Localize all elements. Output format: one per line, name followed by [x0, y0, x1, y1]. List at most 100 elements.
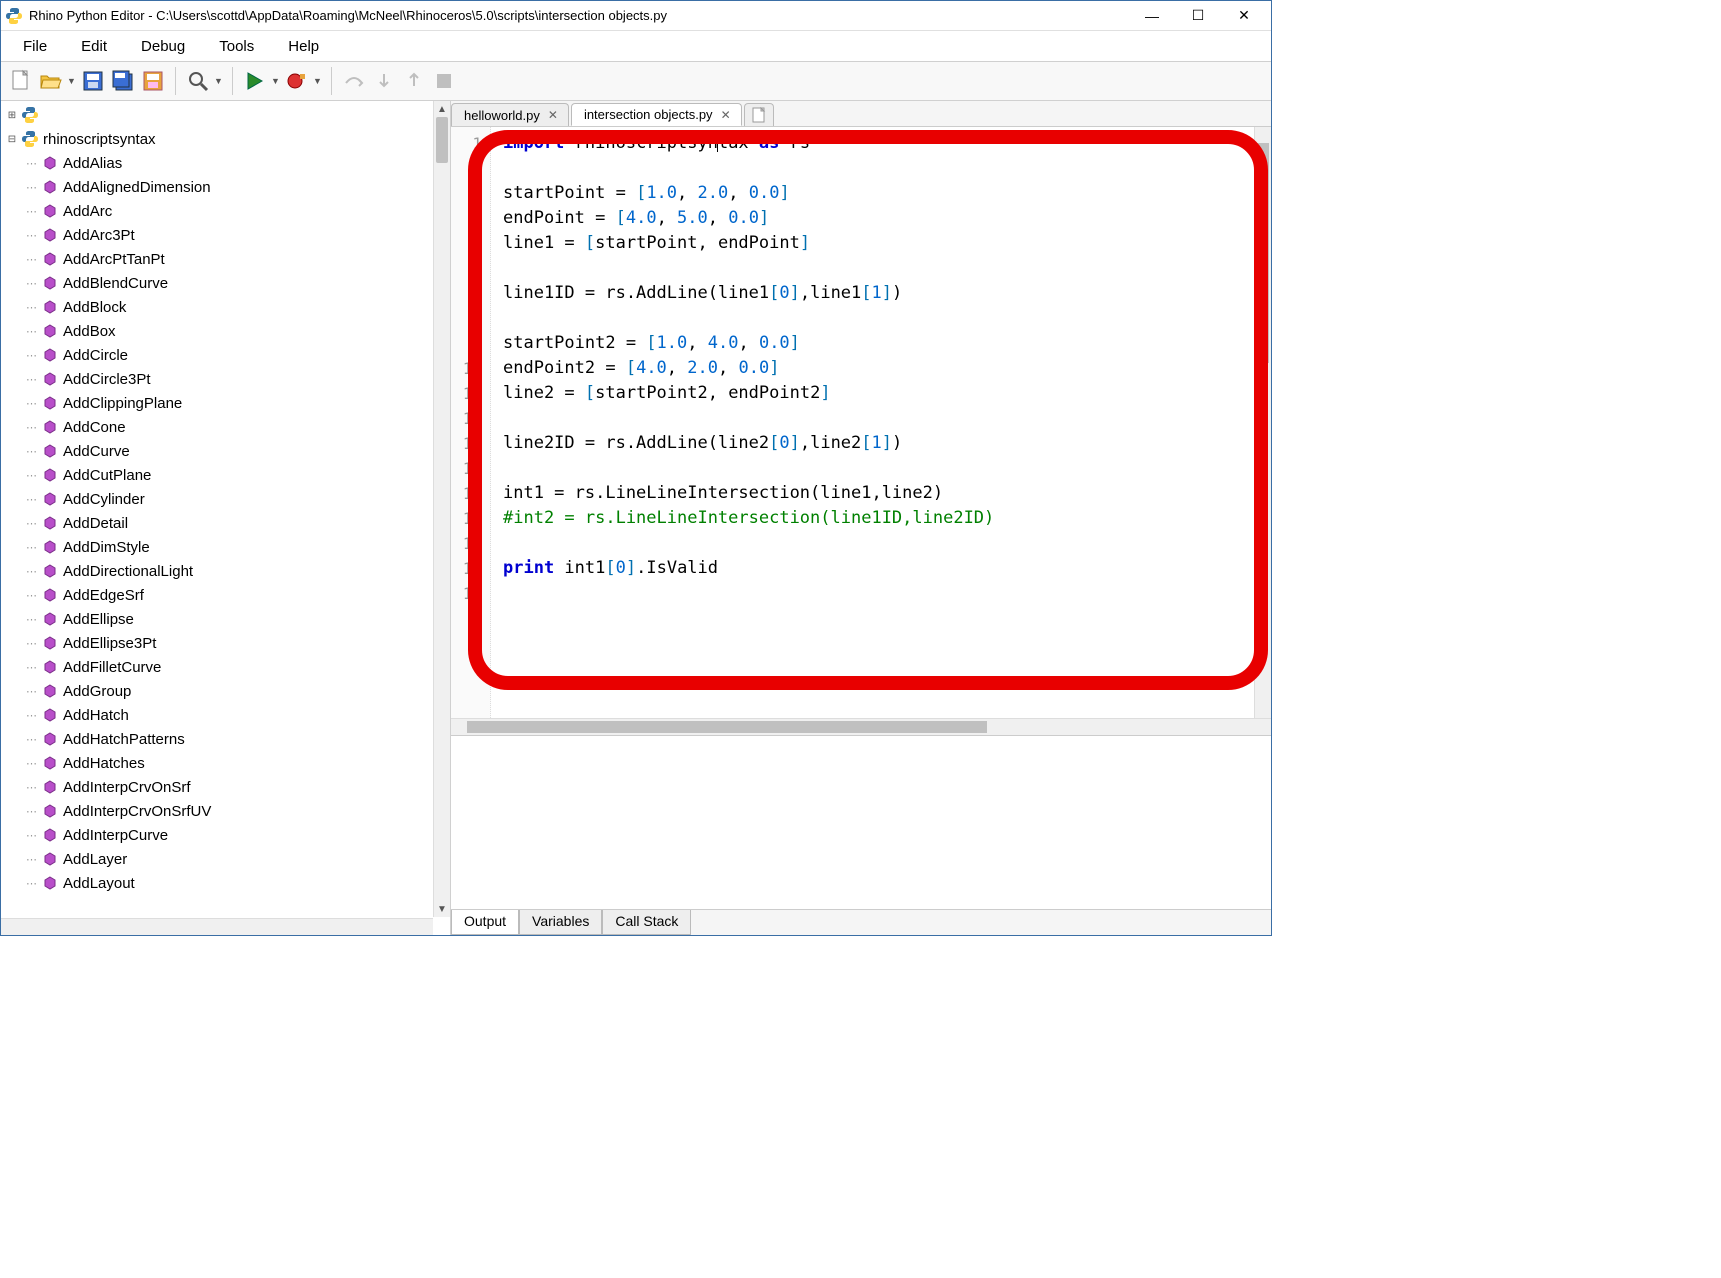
tree-method[interactable]: ⋯AddCutPlane: [1, 463, 450, 487]
code-line[interactable]: endPoint = [4.0, 5.0, 0.0]: [503, 206, 1254, 231]
tree-method[interactable]: ⋯AddClippingPlane: [1, 391, 450, 415]
tree-method[interactable]: ⋯AddCircle3Pt: [1, 367, 450, 391]
code-line[interactable]: startPoint2 = [1.0, 4.0, 0.0]: [503, 331, 1254, 356]
code-hscrollbar[interactable]: [451, 718, 1271, 735]
tab-helloworld[interactable]: helloworld.py ✕: [451, 103, 569, 126]
tree-method[interactable]: ⋯AddHatches: [1, 751, 450, 775]
scroll-thumb[interactable]: [436, 117, 448, 163]
tree-method[interactable]: ⋯AddBlock: [1, 295, 450, 319]
breakpoint-button[interactable]: [283, 67, 311, 95]
output-tab-output[interactable]: Output: [451, 910, 519, 935]
save-as-button[interactable]: [139, 67, 167, 95]
tree-method[interactable]: ⋯AddFilletCurve: [1, 655, 450, 679]
tree-method[interactable]: ⋯AddDimStyle: [1, 535, 450, 559]
step-out-button[interactable]: [400, 67, 428, 95]
close-icon[interactable]: ✕: [721, 108, 731, 122]
tree-module-python[interactable]: ⊞: [1, 103, 450, 127]
code-line[interactable]: startPoint = [1.0, 2.0, 0.0]: [503, 181, 1254, 206]
tree-method[interactable]: ⋯AddAlignedDimension: [1, 175, 450, 199]
code-line[interactable]: print int1[0].IsValid: [503, 556, 1254, 581]
tree-method[interactable]: ⋯AddCylinder: [1, 487, 450, 511]
code-line[interactable]: [503, 531, 1254, 556]
code-content[interactable]: import rhinoscriptsyntax as rs startPoint…: [491, 127, 1254, 718]
find-dropdown[interactable]: ▼: [214, 76, 224, 86]
code-line[interactable]: [503, 581, 1254, 606]
menu-tools[interactable]: Tools: [205, 34, 268, 59]
close-icon[interactable]: ✕: [548, 108, 558, 122]
scroll-up-icon[interactable]: ▲: [434, 101, 450, 117]
menu-edit[interactable]: Edit: [67, 34, 121, 59]
scroll-down-icon[interactable]: ▼: [434, 901, 450, 917]
sidebar-vscrollbar[interactable]: ▲ ▼: [433, 101, 450, 917]
breakpoint-dropdown[interactable]: ▼: [313, 76, 323, 86]
code-line[interactable]: line1 = [startPoint, endPoint]: [503, 231, 1254, 256]
tree-method[interactable]: ⋯AddGroup: [1, 679, 450, 703]
save-button[interactable]: [79, 67, 107, 95]
tree-method[interactable]: ⋯AddArc: [1, 199, 450, 223]
code-line[interactable]: [503, 406, 1254, 431]
step-over-button[interactable]: [340, 67, 368, 95]
save-all-button[interactable]: [109, 67, 137, 95]
open-dropdown[interactable]: ▼: [67, 76, 77, 86]
tree-method[interactable]: ⋯AddInterpCurve: [1, 823, 450, 847]
scroll-thumb[interactable]: [1257, 143, 1269, 363]
tab-intersection-objects[interactable]: intersection objects.py ✕: [571, 103, 742, 126]
code-vscrollbar[interactable]: [1254, 127, 1271, 718]
tree-module-rhinoscriptsyntax[interactable]: ⊟rhinoscriptsyntax: [1, 127, 450, 151]
tree-method[interactable]: ⋯AddEllipse: [1, 607, 450, 631]
run-dropdown[interactable]: ▼: [271, 76, 281, 86]
scroll-thumb[interactable]: [467, 721, 987, 733]
code-editor[interactable]: 12345678910111213141516171819 import rhi…: [451, 127, 1271, 718]
tree-method[interactable]: ⋯AddCone: [1, 415, 450, 439]
code-line[interactable]: line2 = [startPoint2, endPoint2]: [503, 381, 1254, 406]
code-line[interactable]: [503, 306, 1254, 331]
new-tab-button[interactable]: [744, 103, 774, 126]
method-icon: [41, 778, 59, 796]
tree-method[interactable]: ⋯AddInterpCrvOnSrfUV: [1, 799, 450, 823]
output-tab-variables[interactable]: Variables: [519, 910, 602, 935]
tree-method[interactable]: ⋯AddEdgeSrf: [1, 583, 450, 607]
menu-help[interactable]: Help: [274, 34, 333, 59]
find-button[interactable]: [184, 67, 212, 95]
minimize-button[interactable]: —: [1129, 2, 1175, 30]
menu-debug[interactable]: Debug: [127, 34, 199, 59]
sidebar-hscrollbar[interactable]: [1, 918, 433, 935]
menu-file[interactable]: File: [9, 34, 61, 59]
tree-method[interactable]: ⋯AddCircle: [1, 343, 450, 367]
output-tab-callstack[interactable]: Call Stack: [602, 910, 691, 935]
tree-method[interactable]: ⋯AddLayer: [1, 847, 450, 871]
tree-method[interactable]: ⋯AddHatch: [1, 703, 450, 727]
tree-method[interactable]: ⋯AddDirectionalLight: [1, 559, 450, 583]
code-line[interactable]: line1ID = rs.AddLine(line1[0],line1[1]): [503, 281, 1254, 306]
expander-icon[interactable]: ⊟: [5, 132, 19, 146]
tree-method[interactable]: ⋯AddCurve: [1, 439, 450, 463]
output-body[interactable]: [451, 736, 1271, 909]
code-line[interactable]: #int2 = rs.LineLineIntersection(line1ID,…: [503, 506, 1254, 531]
code-line[interactable]: import rhinoscriptsyntax as rs: [503, 131, 1254, 156]
code-line[interactable]: [503, 456, 1254, 481]
code-line[interactable]: int1 = rs.LineLineIntersection(line1,lin…: [503, 481, 1254, 506]
tree-method[interactable]: ⋯AddDetail: [1, 511, 450, 535]
open-file-button[interactable]: [37, 67, 65, 95]
stop-button[interactable]: [430, 67, 458, 95]
tree-method[interactable]: ⋯AddAlias: [1, 151, 450, 175]
tree-method[interactable]: ⋯AddHatchPatterns: [1, 727, 450, 751]
tree-method[interactable]: ⋯AddArcPtTanPt: [1, 247, 450, 271]
step-into-button[interactable]: [370, 67, 398, 95]
code-line[interactable]: endPoint2 = [4.0, 2.0, 0.0]: [503, 356, 1254, 381]
tree-method[interactable]: ⋯AddArc3Pt: [1, 223, 450, 247]
tree-method[interactable]: ⋯AddLayout: [1, 871, 450, 895]
tree-view[interactable]: ⊞ ⊟rhinoscriptsyntax⋯AddAlias⋯AddAlignedD…: [1, 101, 450, 935]
tree-method[interactable]: ⋯AddInterpCrvOnSrf: [1, 775, 450, 799]
tree-method[interactable]: ⋯AddEllipse3Pt: [1, 631, 450, 655]
tree-method[interactable]: ⋯AddBox: [1, 319, 450, 343]
code-line[interactable]: [503, 256, 1254, 281]
new-file-button[interactable]: [7, 67, 35, 95]
run-button[interactable]: [241, 67, 269, 95]
code-line[interactable]: [503, 156, 1254, 181]
maximize-button[interactable]: ☐: [1175, 2, 1221, 30]
code-line[interactable]: line2ID = rs.AddLine(line2[0],line2[1]): [503, 431, 1254, 456]
expander-icon[interactable]: ⊞: [5, 108, 19, 122]
close-button[interactable]: ✕: [1221, 2, 1267, 30]
tree-method[interactable]: ⋯AddBlendCurve: [1, 271, 450, 295]
